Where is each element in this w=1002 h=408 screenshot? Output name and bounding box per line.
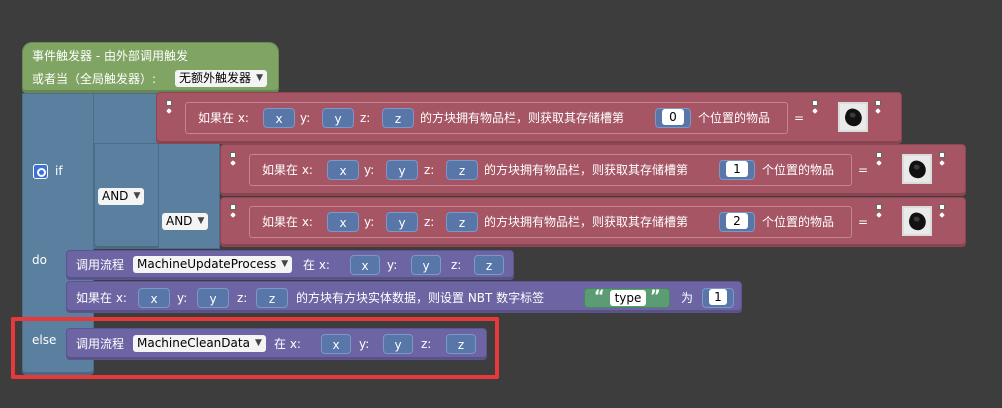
y-label: y: bbox=[177, 291, 188, 305]
z-variable-field[interactable]: z bbox=[382, 108, 414, 128]
chevron-down-icon: ▼ bbox=[256, 73, 264, 83]
coal-item-icon[interactable] bbox=[902, 154, 932, 184]
open-quote: “ bbox=[594, 286, 605, 305]
chevron-down-icon: ▼ bbox=[133, 191, 141, 201]
event-trigger-title: 事件触发器 - 由外部调用触发 bbox=[32, 49, 188, 63]
y-label: y: bbox=[300, 111, 311, 125]
mutator-icon[interactable] bbox=[938, 203, 947, 221]
x-variable-field[interactable]: x bbox=[263, 108, 295, 128]
gear-icon[interactable] bbox=[33, 164, 48, 179]
z-label: z: bbox=[424, 163, 435, 177]
slot-number-field[interactable]: 1 bbox=[719, 160, 755, 180]
mutator-icon[interactable] bbox=[874, 99, 883, 117]
cond-mid-text: 的方块拥有物品栏，则获取其存储槽第 bbox=[484, 163, 689, 177]
nbt-prefix: 如果在 x: bbox=[76, 291, 127, 305]
at-x-label: 在 x: bbox=[303, 258, 330, 272]
cond-prefix: 如果在 x: bbox=[262, 163, 313, 177]
nbt-tag-input[interactable]: type bbox=[610, 290, 646, 306]
z-variable-field[interactable]: z bbox=[256, 288, 288, 308]
y-label: y: bbox=[364, 163, 375, 177]
and-block-inner[interactable] bbox=[158, 143, 220, 249]
equals-sign: = bbox=[794, 111, 805, 125]
cond-suffix: 个位置的物品 bbox=[762, 215, 835, 229]
y-variable-field[interactable]: y bbox=[411, 255, 441, 275]
x-variable-field[interactable]: x bbox=[138, 288, 170, 308]
cond-prefix: 如果在 x: bbox=[262, 215, 313, 229]
equals-sign: = bbox=[858, 215, 869, 229]
cond-suffix: 个位置的物品 bbox=[762, 163, 835, 177]
cond-mid-text: 的方块拥有物品栏，则获取其存储槽第 bbox=[420, 111, 625, 125]
z-variable-field[interactable]: z bbox=[474, 255, 504, 275]
cond-suffix: 个位置的物品 bbox=[698, 111, 771, 125]
highlight-box bbox=[11, 317, 499, 379]
and-operator-dropdown-inner[interactable]: AND ▼ bbox=[162, 213, 209, 230]
x-variable-field[interactable]: x bbox=[327, 212, 359, 232]
coal-item-icon[interactable] bbox=[838, 102, 868, 132]
event-trigger-subtitle: 或者当（全局触发器）: bbox=[32, 72, 157, 86]
mutator-icon[interactable] bbox=[938, 151, 947, 169]
slot-number-field[interactable]: 2 bbox=[719, 212, 755, 232]
x-variable-field[interactable]: x bbox=[350, 255, 380, 275]
nbt-value-field[interactable]: 1 bbox=[702, 288, 734, 308]
slot-number-field[interactable]: 0 bbox=[655, 108, 691, 128]
chevron-down-icon: ▼ bbox=[281, 259, 289, 269]
z-label: z: bbox=[360, 111, 371, 125]
do-label: do bbox=[32, 253, 47, 267]
event-trigger-block[interactable]: 事件触发器 - 由外部调用触发 或者当（全局触发器）: 无额外触发器 ▼ bbox=[22, 42, 279, 93]
close-quote: ” bbox=[650, 286, 661, 305]
y-variable-field[interactable]: y bbox=[197, 288, 229, 308]
z-label: z: bbox=[424, 215, 435, 229]
z-label: z: bbox=[451, 258, 462, 272]
y-variable-field[interactable]: y bbox=[322, 108, 354, 128]
nbt-to-label: 为 bbox=[681, 291, 694, 305]
x-variable-field[interactable]: x bbox=[327, 160, 359, 180]
coal-item-icon[interactable] bbox=[902, 206, 932, 236]
y-label: y: bbox=[364, 215, 375, 229]
if-label: if bbox=[55, 164, 63, 178]
mutator-icon[interactable] bbox=[875, 203, 884, 221]
cond-mid-text: 的方块拥有物品栏，则获取其存储槽第 bbox=[484, 215, 689, 229]
z-variable-field[interactable]: z bbox=[446, 160, 478, 180]
y-label: y: bbox=[387, 258, 398, 272]
chevron-down-icon: ▼ bbox=[197, 216, 205, 226]
mutator-icon[interactable] bbox=[229, 151, 238, 169]
y-variable-field[interactable]: y bbox=[386, 212, 418, 232]
z-label: z: bbox=[237, 291, 248, 305]
nbt-mid-text: 的方块有方块实体数据，则设置 NBT 数字标签 bbox=[296, 291, 545, 305]
procedure-dropdown[interactable]: MachineUpdateProcess ▼ bbox=[133, 256, 293, 273]
call-procedure-label: 调用流程 bbox=[76, 258, 125, 272]
and-operator-dropdown[interactable]: AND ▼ bbox=[98, 188, 145, 205]
mutator-icon[interactable] bbox=[229, 203, 238, 221]
mutator-icon[interactable] bbox=[165, 99, 174, 117]
equals-sign: = bbox=[858, 163, 869, 177]
mutator-icon[interactable] bbox=[875, 151, 884, 169]
y-variable-field[interactable]: y bbox=[386, 160, 418, 180]
cond-prefix: 如果在 x: bbox=[198, 111, 249, 125]
z-variable-field[interactable]: z bbox=[446, 212, 478, 232]
global-trigger-dropdown[interactable]: 无额外触发器 ▼ bbox=[175, 70, 268, 87]
mutator-icon[interactable] bbox=[811, 99, 820, 117]
